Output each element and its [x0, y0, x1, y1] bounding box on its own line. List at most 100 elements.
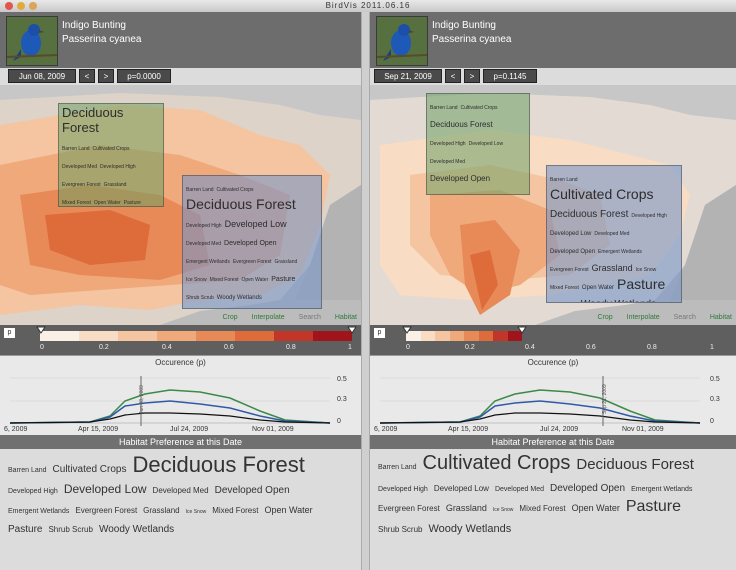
- scale-max-handle[interactable]: [347, 326, 357, 334]
- occurrence-plot: [9, 376, 331, 426]
- habitat-word: Pasture: [271, 276, 296, 283]
- habitat-word: Deciduous Forest: [132, 452, 305, 477]
- habitat-preference-header: Habitat Preference at this Date: [370, 435, 736, 449]
- scale-swatch: [449, 331, 464, 341]
- interpolate-tool-button[interactable]: Interpolate: [627, 314, 660, 321]
- scale-swatch: [493, 331, 508, 341]
- habitat-word: Emergent Wetlands: [631, 486, 693, 493]
- y-tick: 0.3: [710, 396, 720, 403]
- habitat-word: Developed High: [100, 163, 136, 170]
- habitat-word: Shrub Scrub: [378, 524, 423, 534]
- habitat-word: Grassland: [591, 263, 633, 273]
- habitat-box-green[interactable]: Deciduous Forest Barren Land Cultivated Cr…: [58, 103, 164, 207]
- habitat-word: Developed High: [186, 223, 222, 229]
- habitat-word-cloud: Barren Land Cultivated Crops Deciduous For…: [378, 452, 728, 566]
- bird-photo: [6, 16, 58, 66]
- y-tick: 0.5: [710, 376, 720, 383]
- habitat-word: Developed Open: [214, 485, 290, 497]
- habitat-box-blue[interactable]: Barren LandCultivated CropsDeciduous For…: [182, 175, 322, 309]
- prev-date-button[interactable]: <: [79, 69, 95, 83]
- left-panel: Indigo Bunting Passerina cyanea Jun 08, …: [0, 12, 361, 570]
- occurrence-map[interactable]: Barren Land Cultivated Crops Deciduous For…: [370, 85, 736, 325]
- habitat-word: Barren Land: [62, 145, 90, 152]
- color-scale: p 0 0.2 0.4 0.6 0.8 1: [0, 325, 361, 355]
- scale-swatch: [157, 331, 196, 341]
- habitat-word: Grassland: [274, 259, 298, 265]
- search-tool-button[interactable]: Search: [674, 314, 696, 321]
- scale-p-label: p: [374, 328, 385, 338]
- next-date-button[interactable]: >: [98, 69, 114, 83]
- habitat-word: Barren Land: [186, 187, 214, 193]
- interpolate-tool-button[interactable]: Interpolate: [252, 314, 285, 321]
- prev-date-button[interactable]: <: [445, 69, 461, 83]
- habitat-word: Woody Wetlands: [98, 524, 175, 536]
- habitat-word: Developed High: [8, 488, 58, 496]
- map-tools: Crop Interpolate Search Habitat: [210, 314, 357, 321]
- search-tool-button[interactable]: Search: [299, 314, 321, 321]
- date-marker-label: Jun 08, 2009: [139, 385, 145, 414]
- habitat-word: Open Water: [264, 505, 313, 516]
- habitat-tool-button[interactable]: Habitat: [710, 314, 732, 321]
- crop-tool-button[interactable]: Crop: [222, 314, 237, 321]
- occurrence-chart[interactable]: Occurence (p) 0.5 0.3 0 6, 2009 Apr 15, …: [370, 355, 736, 436]
- date-field[interactable]: Jun 08, 2009: [8, 69, 76, 83]
- scale-tick: 0.4: [525, 344, 535, 351]
- occurrence-chart[interactable]: Occurence (p) 0.5 0.3 0 6, 2009 Apr 15, …: [0, 355, 361, 436]
- habitat-word: Woody Wetlands: [581, 299, 656, 302]
- habitat-tool-button[interactable]: Habitat: [335, 314, 357, 321]
- scale-tick: 0.2: [99, 344, 109, 351]
- habitat-box-blue[interactable]: Barren LandCultivated CropsDeciduous For…: [546, 165, 682, 303]
- scale-tick: 0.2: [465, 344, 475, 351]
- habitat-word: Emergent Wetlands: [186, 259, 230, 265]
- habitat-word: Open Water: [241, 277, 269, 283]
- habitat-word-cloud: Barren Land Cultivated Crops Deciduous For…: [8, 452, 353, 566]
- habitat-word: Barren Land: [378, 464, 417, 471]
- x-tick: Nov 01, 2009: [622, 426, 664, 433]
- habitat-word: Ice Snow: [635, 267, 657, 273]
- bird-photo: [376, 16, 428, 66]
- habitat-word: Barren Land: [550, 177, 578, 183]
- habitat-box-green[interactable]: Barren Land Cultivated Crops Deciduous For…: [426, 93, 530, 195]
- y-tick: 0: [710, 418, 714, 425]
- scale-min-handle[interactable]: [36, 326, 46, 334]
- x-tick: Nov 01, 2009: [252, 426, 294, 433]
- scale-tick: 0.8: [647, 344, 657, 351]
- crop-tool-button[interactable]: Crop: [597, 314, 612, 321]
- scale-tick: 1: [710, 344, 714, 351]
- x-tick: Apr 15, 2009: [78, 426, 119, 433]
- occurrence-plot: [379, 376, 701, 426]
- habitat-word: Evergreen Forest: [62, 181, 101, 188]
- habitat-word: Deciduous Forest: [62, 105, 124, 135]
- occurrence-map[interactable]: Deciduous Forest Barren Land Cultivated Cr…: [0, 85, 361, 325]
- habitat-word: Evergreen Forest: [232, 259, 272, 265]
- habitat-word: Deciduous Forest: [576, 456, 694, 473]
- date-field[interactable]: Sep 21, 2009: [374, 69, 442, 83]
- green-box-words: Barren Land Cultivated Crops Deciduous For…: [430, 96, 526, 194]
- habitat-word: Mixed Forest: [209, 277, 239, 283]
- habitat-word: Developed Med: [62, 163, 98, 170]
- habitat-word: Developed Low: [550, 231, 592, 237]
- habitat-word: Grassland: [103, 181, 127, 188]
- scientific-name: Passerina cyanea: [432, 34, 512, 45]
- scale-tick: 0: [40, 344, 44, 351]
- habitat-word: Barren Land: [8, 467, 47, 474]
- habitat-word: Evergreen Forest: [550, 267, 589, 273]
- habitat-word: Evergreen Forest: [75, 506, 138, 516]
- habitat-word: Developed Med: [494, 486, 544, 493]
- habitat-word: Developed Med: [152, 486, 209, 496]
- habitat-word: Developed Low: [433, 484, 489, 493]
- scale-gradient[interactable]: [406, 331, 522, 341]
- scale-min-handle[interactable]: [402, 326, 412, 334]
- habitat-word: Cultivated Crops: [52, 464, 127, 475]
- probability-readout: p=0.1145: [483, 69, 537, 83]
- next-date-button[interactable]: >: [464, 69, 480, 83]
- scale-max-handle[interactable]: [517, 326, 527, 334]
- scale-gradient[interactable]: [40, 331, 352, 341]
- scale-swatch: [478, 331, 493, 341]
- habitat-preference-header: Habitat Preference at this Date: [0, 435, 361, 449]
- panel-divider[interactable]: [361, 12, 370, 570]
- y-tick: 0.3: [337, 396, 347, 403]
- habitat-word: Developed Med: [594, 231, 630, 237]
- habitat-word: Deciduous Forest: [430, 120, 493, 129]
- habitat-word: Cultivated Crops: [550, 186, 654, 202]
